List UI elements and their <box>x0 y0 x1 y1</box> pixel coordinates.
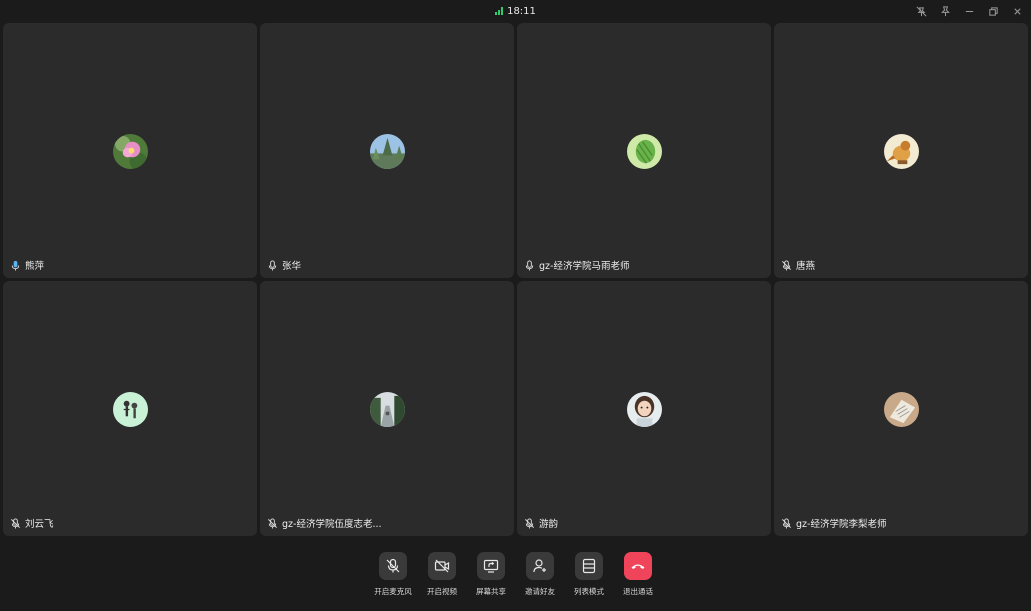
mic-muted-icon <box>525 517 534 529</box>
video-toggle-button-face[interactable] <box>428 552 456 580</box>
participant-name-row: 熊萍 <box>10 258 44 272</box>
participant-name-row: gz-经济学院伍度志老... <box>267 516 382 530</box>
participant-name: 张华 <box>282 261 302 272</box>
mic-toggle-label: 开启麦克风 <box>374 587 412 596</box>
cartoon-figures-avatar <box>113 391 148 427</box>
invite-friend-button[interactable]: 邀请好友 <box>525 552 555 598</box>
mic-active-icon <box>11 260 20 271</box>
list-layout-icon <box>582 558 596 574</box>
participant-name-row: 唐燕 <box>781 258 815 272</box>
participant-name: gz-经济学院马雨老师 <box>539 261 630 272</box>
participant-tile[interactable]: 唐燕 <box>774 23 1028 278</box>
book-photo-avatar <box>884 391 919 427</box>
mic-muted-icon <box>268 517 277 529</box>
participant-name: 唐燕 <box>796 261 816 272</box>
participant-name: gz-经济学院李梨老师 <box>796 519 887 530</box>
street-photo-avatar <box>370 391 405 427</box>
green-plant-avatar <box>627 133 662 169</box>
pin-icon[interactable] <box>935 2 955 20</box>
title-bar: 18:11 <box>0 0 1031 22</box>
video-toggle-label: 开启视频 <box>427 587 457 596</box>
window-controls <box>911 2 1027 20</box>
pink-flower-avatar <box>113 133 148 169</box>
participant-name-row: 游韵 <box>524 516 558 530</box>
screen-share-button-face[interactable] <box>477 552 505 580</box>
call-time: 18:11 <box>507 5 536 17</box>
invite-friend-label: 邀请好友 <box>525 587 555 596</box>
restore-icon[interactable] <box>983 2 1003 20</box>
participant-tile[interactable]: 熊萍 <box>3 23 257 278</box>
participant-name: 游韵 <box>539 519 559 530</box>
participant-name-row: gz-经济学院马雨老师 <box>524 258 629 272</box>
mic-off-icon <box>386 558 400 573</box>
screen-share-label: 屏幕共享 <box>476 587 506 596</box>
call-status: 18:11 <box>495 6 536 17</box>
mic-toggle-button-face[interactable] <box>379 552 407 580</box>
participant-name-row: 张华 <box>267 258 301 272</box>
participant-name: 熊萍 <box>25 261 45 272</box>
invite-friend-button-face[interactable] <box>526 552 554 580</box>
hang-up-icon <box>631 564 645 569</box>
list-mode-button-face[interactable] <box>575 552 603 580</box>
participant-tile[interactable]: gz-经济学院李梨老师 <box>774 281 1028 536</box>
participant-tile[interactable]: 刘云飞 <box>3 281 257 536</box>
screen-share-icon <box>483 559 499 573</box>
list-mode-label: 列表模式 <box>574 587 604 596</box>
leave-call-label: 退出通话 <box>623 587 653 596</box>
participant-name: gz-经济学院伍度志老... <box>282 519 382 530</box>
participant-grid: 熊萍 张华 gz-经济学院马雨老师 唐燕 刘云飞 gz-经济学院伍度志老... … <box>3 23 1028 536</box>
participant-tile[interactable]: 游韵 <box>517 281 771 536</box>
participant-tile[interactable]: gz-经济学院马雨老师 <box>517 23 771 278</box>
girl-photo-avatar <box>627 391 662 427</box>
mic-icon <box>525 259 534 271</box>
leave-call-button[interactable]: 退出通话 <box>623 552 653 598</box>
close-icon[interactable] <box>1007 2 1027 20</box>
participant-tile[interactable]: 张华 <box>260 23 514 278</box>
add-user-icon <box>533 559 546 573</box>
signal-icon <box>495 7 504 15</box>
video-off-icon <box>434 559 450 573</box>
leave-call-button-face[interactable] <box>624 552 652 580</box>
bird-avatar <box>884 133 919 169</box>
participant-name: 刘云飞 <box>25 519 54 530</box>
call-toolbar: 开启麦克风 开启视频 屏幕共享 邀请好友 列表模式 退出通话 <box>0 552 1031 598</box>
participant-name-row: gz-经济学院李梨老师 <box>781 516 886 530</box>
sky-tree-avatar <box>370 133 405 169</box>
list-mode-button[interactable]: 列表模式 <box>574 552 604 598</box>
mic-icon <box>268 259 277 271</box>
screen-share-button[interactable]: 屏幕共享 <box>476 552 506 598</box>
participant-name-row: 刘云飞 <box>10 516 54 530</box>
mic-toggle-button[interactable]: 开启麦克风 <box>374 552 412 598</box>
mic-muted-icon <box>782 259 791 271</box>
mic-muted-icon <box>11 517 20 529</box>
minimize-icon[interactable] <box>959 2 979 20</box>
unpin-icon[interactable] <box>911 2 931 20</box>
video-toggle-button[interactable]: 开启视频 <box>427 552 457 598</box>
participant-tile[interactable]: gz-经济学院伍度志老... <box>260 281 514 536</box>
mic-muted-icon <box>782 517 791 529</box>
